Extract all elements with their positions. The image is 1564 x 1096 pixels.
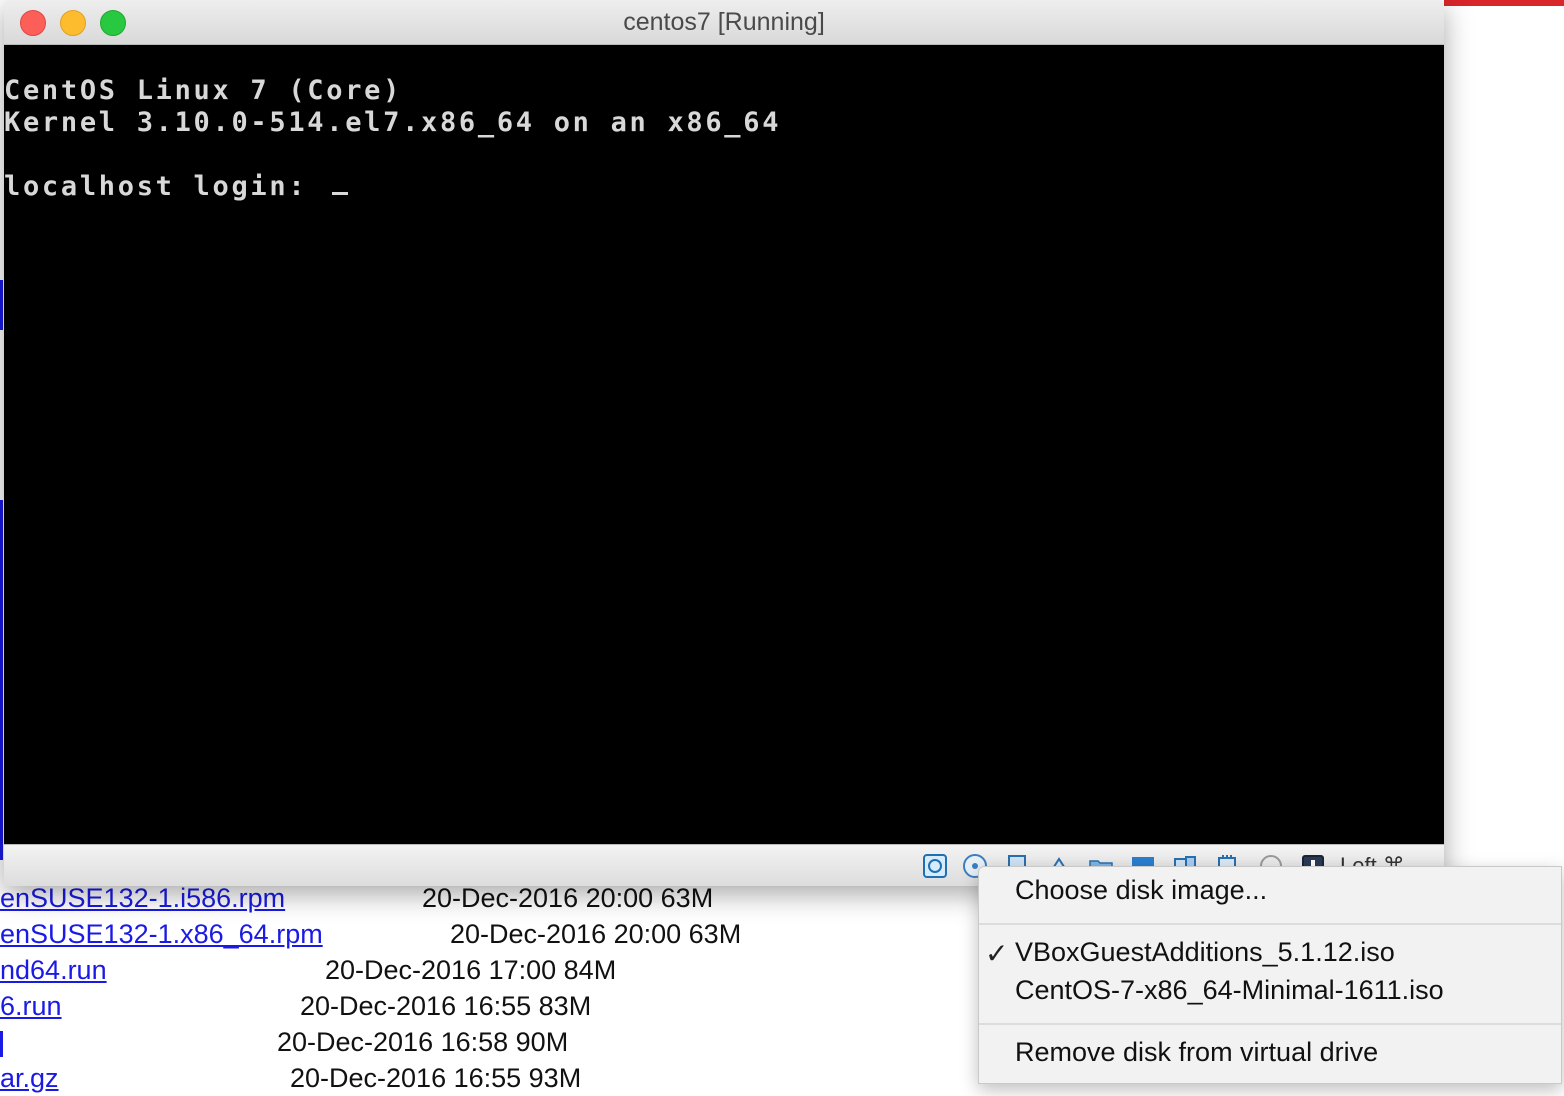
listing-meta: 20-Dec-2016 16:55 93M bbox=[290, 1063, 582, 1093]
listing-file-link[interactable]: nd64.run bbox=[0, 955, 107, 985]
listing-row: nd64.run 20-Dec-2016 17:00 84M bbox=[0, 952, 780, 988]
console-kernel-line: Kernel 3.10.0-514.el7.x86_64 on an x86_6… bbox=[4, 107, 782, 138]
listing-file-link[interactable]: enSUSE132-1.i586.rpm bbox=[0, 883, 285, 913]
menu-item-centos-iso[interactable]: CentOS-7-x86_64-Minimal-1611.iso bbox=[1015, 975, 1444, 1006]
listing-file-link[interactable]: enSUSE132-1.x86_64.rpm bbox=[0, 919, 323, 949]
window-titlebar[interactable]: centos7 [Running] bbox=[4, 0, 1444, 45]
vm-window: centos7 [Running] CentOS Linux 7 (Core) … bbox=[4, 0, 1444, 886]
menu-separator bbox=[979, 923, 1561, 925]
listing-row: enSUSE132-1.x86_64.rpm 20-Dec-2016 20:00… bbox=[0, 916, 780, 952]
background-link-edge bbox=[0, 280, 3, 330]
menu-item-remove-disk[interactable]: Remove disk from virtual drive bbox=[1015, 1037, 1378, 1068]
text-cursor bbox=[332, 192, 349, 195]
background-red-bar bbox=[1444, 0, 1564, 6]
login-prompt-text: localhost login: bbox=[4, 171, 327, 202]
console-os-line: CentOS Linux 7 (Core) bbox=[4, 75, 403, 106]
hard-disk-icon[interactable] bbox=[922, 853, 948, 879]
window-title: centos7 [Running] bbox=[623, 8, 825, 36]
background-link-edge bbox=[0, 500, 3, 860]
listing-file-link[interactable]: ar.gz bbox=[0, 1063, 59, 1093]
checkmark-icon: ✓ bbox=[985, 938, 1009, 969]
listing-meta: 20-Dec-2016 16:58 90M bbox=[277, 1027, 569, 1057]
listing-row: 6.run 20-Dec-2016 16:55 83M bbox=[0, 988, 780, 1024]
menu-item-choose-disk-image[interactable]: Choose disk image... bbox=[1015, 875, 1267, 906]
listing-file-link[interactable]: 6.run bbox=[0, 991, 62, 1021]
listing-meta: 20-Dec-2016 16:55 83M bbox=[300, 991, 592, 1021]
menu-item-vboxguestadditions[interactable]: VBoxGuestAdditions_5.1.12.iso bbox=[1015, 937, 1395, 968]
console-login-prompt: localhost login: bbox=[4, 171, 349, 202]
vm-console-screen[interactable]: CentOS Linux 7 (Core) Kernel 3.10.0-514.… bbox=[4, 45, 1444, 844]
listing-file-link[interactable] bbox=[0, 1030, 3, 1057]
menu-separator bbox=[979, 1023, 1561, 1025]
listing-meta: 20-Dec-2016 20:00 63M bbox=[450, 919, 742, 949]
listing-row: 20-Dec-2016 16:58 90M bbox=[0, 1024, 780, 1060]
listing-row: ar.gz 20-Dec-2016 16:55 93M bbox=[0, 1060, 780, 1096]
optical-drive-context-menu: Choose disk image... ✓ VBoxGuestAddition… bbox=[978, 866, 1562, 1084]
listing-meta: 20-Dec-2016 17:00 84M bbox=[325, 955, 617, 985]
